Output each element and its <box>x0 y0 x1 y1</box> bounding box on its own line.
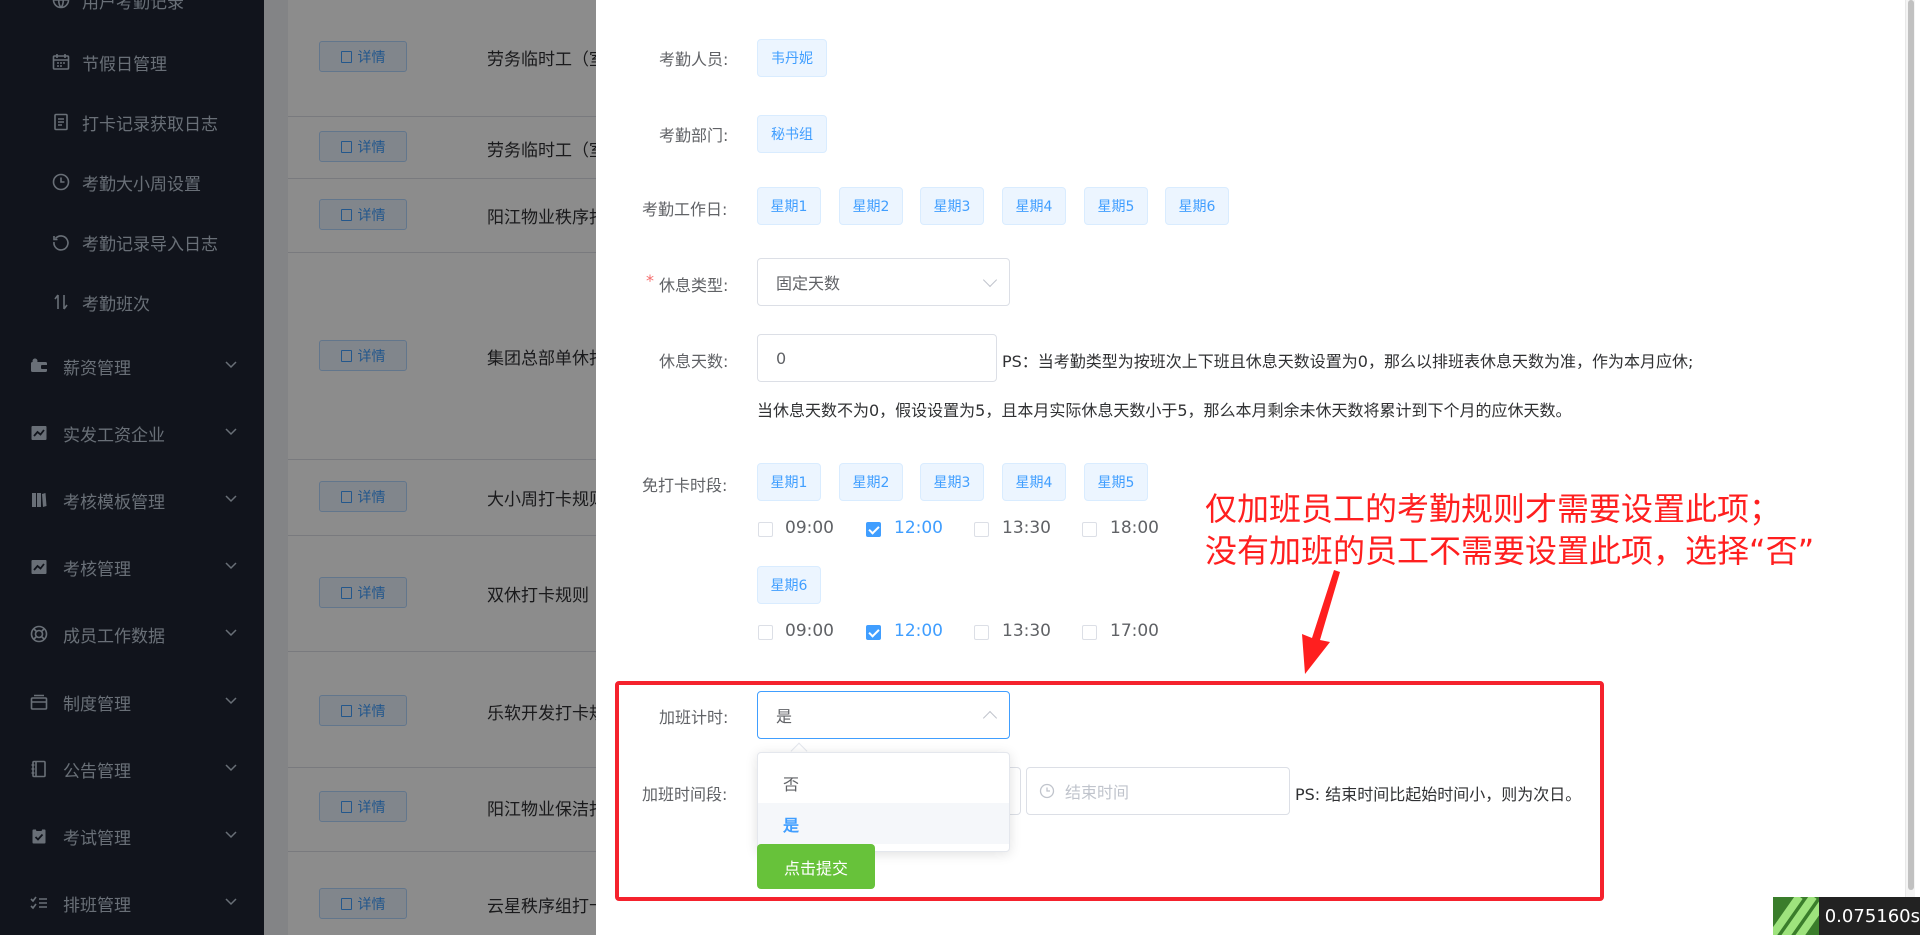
free-day-tag: 星期4 <box>1002 463 1066 501</box>
workday-tag: 星期5 <box>1084 187 1148 225</box>
dept-tag: 秘书组 <box>757 115 827 153</box>
required-mark: * <box>646 271 654 290</box>
free-time-checkbox[interactable] <box>866 625 881 640</box>
annotation-text-2: 没有加班的员工不需要设置此项，选择“否” <box>1205 532 1815 570</box>
free-time-label: 13:30 <box>1002 518 1051 538</box>
rest-type-select[interactable]: 固定天数 <box>757 258 1010 306</box>
annotation-arrow-icon <box>1302 570 1340 674</box>
workday-tag: 星期3 <box>920 187 984 225</box>
workday-tag: 星期6 <box>1165 187 1229 225</box>
annotation-text-1: 仅加班员工的考勤规则才需要设置此项； <box>1205 490 1782 528</box>
rest-days-label: 休息天数: <box>659 352 729 371</box>
free-time-checkbox[interactable] <box>758 522 773 537</box>
workday-tag: 星期1 <box>757 187 821 225</box>
rest-type-label: 休息类型: <box>659 276 729 295</box>
free-day-tag: 星期1 <box>757 463 821 501</box>
free-time-label: 12:00 <box>894 621 943 641</box>
free-time-checkbox[interactable] <box>1082 522 1097 537</box>
rest-days-input[interactable]: 0 <box>757 334 997 382</box>
staff-label: 考勤人员: <box>659 50 729 69</box>
workday-tag: 星期2 <box>839 187 903 225</box>
timer-logo-icon <box>1773 897 1819 935</box>
chevron-down-icon <box>982 272 998 288</box>
free-time-label: 12:00 <box>894 518 943 538</box>
dept-label: 考勤部门: <box>659 126 729 145</box>
free-time-checkbox[interactable] <box>1082 625 1097 640</box>
free-time-checkbox[interactable] <box>974 625 989 640</box>
drawer-scrollbar[interactable] <box>1905 0 1915 935</box>
scrollbar-thumb[interactable] <box>1908 0 1914 890</box>
free-time-label: 09:00 <box>785 518 834 538</box>
free-period-label: 免打卡时段: <box>642 476 728 495</box>
workday-tag: 星期4 <box>1002 187 1066 225</box>
free-time-label: 18:00 <box>1110 518 1159 538</box>
free-time-label: 09:00 <box>785 621 834 641</box>
free-time-label: 13:30 <box>1002 621 1051 641</box>
modal-mask[interactable] <box>0 0 596 935</box>
timer-badge: 0.075160s <box>1773 897 1920 935</box>
free-day-tag: 星期3 <box>920 463 984 501</box>
rest-days-note: PS：当考勤类型为按班次上下班且休息天数设置为0，那么以排班表休息天数为准，作为… <box>1002 352 1694 371</box>
free-time-checkbox[interactable] <box>866 522 881 537</box>
annotation-highlight-box <box>615 681 1604 901</box>
free-day-tag: 星期6 <box>757 566 821 604</box>
free-day-tag: 星期5 <box>1084 463 1148 501</box>
free-time-label: 17:00 <box>1110 621 1159 641</box>
staff-tag: 韦丹妮 <box>757 39 827 77</box>
free-day-tag: 星期2 <box>839 463 903 501</box>
free-time-checkbox[interactable] <box>974 522 989 537</box>
free-time-checkbox[interactable] <box>758 625 773 640</box>
workdays-label: 考勤工作日: <box>642 200 728 219</box>
rest-days-note-2: 当休息天数不为0，假设设置为5，且本月实际休息天数小于5，那么本月剩余未休天数将… <box>757 401 1572 420</box>
